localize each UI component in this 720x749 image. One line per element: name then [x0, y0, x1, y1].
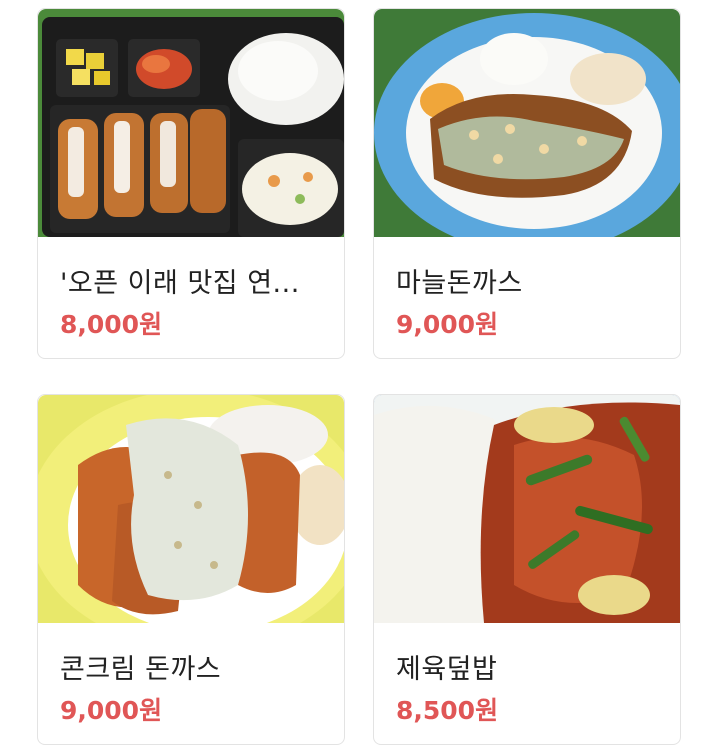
menu-price: 9,000원 [396, 310, 499, 339]
menu-card-3[interactable]: 콘크림 돈까스 9,000원 [37, 394, 345, 745]
menu-card-2[interactable]: 마늘돈까스 9,000원 [373, 8, 681, 359]
menu-name: 마늘돈까스 [396, 268, 523, 299]
menu-name: '오픈 이래 맛집 연... [60, 268, 300, 299]
menu-name: 콘크림 돈까스 [60, 654, 222, 685]
menu-name: 제육덮밥 [396, 654, 498, 685]
menu-card-4[interactable]: 제육덮밥 8,500원 [373, 394, 681, 745]
menu-card-1[interactable]: '오픈 이래 맛집 연... 8,000원 [37, 8, 345, 359]
menu-price: 9,000원 [60, 696, 163, 725]
menu-photo[interactable] [374, 395, 680, 623]
menu-photo[interactable] [374, 9, 680, 237]
menu-price: 8,500원 [396, 696, 499, 725]
menu-price: 8,000원 [60, 310, 163, 339]
menu-photo[interactable] [38, 9, 344, 237]
menu-photo[interactable] [38, 395, 344, 623]
